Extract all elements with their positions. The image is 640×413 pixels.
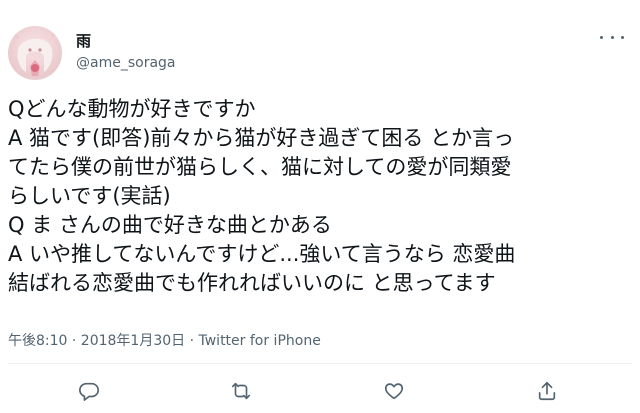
more-dots-icon[interactable] [600,30,624,44]
divider [8,363,632,364]
user-handle[interactable]: @ame_soraga [76,55,176,71]
retweet-icon[interactable] [230,380,252,402]
tweet-line: A いや推してないんですけど...強いて言うなら 恋愛曲 [8,242,516,266]
tweet-line: A 猫です(即答)前々から猫が好き過ぎて困る とか言っ [8,126,515,150]
tweet-line: Q ま さんの曲で好きな曲とかある [8,213,332,237]
more-dot [610,35,614,39]
avatar-illustration [13,31,57,76]
tweet-line: Qどんな動物が好きですか [8,97,256,121]
like-icon[interactable] [383,380,405,402]
tweet-text: Qどんな動物が好きですか A 猫です(即答)前々から猫が好き過ぎて困る とか言っ… [8,95,633,298]
display-name[interactable]: 雨 [76,30,91,51]
tweet-line: 結ばれる恋愛曲でも作れればいいのに と思ってます [8,271,496,295]
tweet-timestamp[interactable]: 午後8:10 · 2018年1月30日 · Twitter for iPhone [8,330,321,350]
tweet-line: てたら僕の前世が猫らしく、猫に対しての愛が同類愛 [8,155,512,179]
avatar[interactable] [8,26,62,80]
reply-icon[interactable] [78,380,100,402]
more-dot [600,35,603,39]
share-icon[interactable] [536,380,558,402]
tweet-line: らしいです(実話) [8,184,171,208]
more-dot [621,35,624,39]
tweet-card: 雨 @ame_soraga Qどんな動物が好きですか A 猫です(即答)前々から… [0,0,640,413]
